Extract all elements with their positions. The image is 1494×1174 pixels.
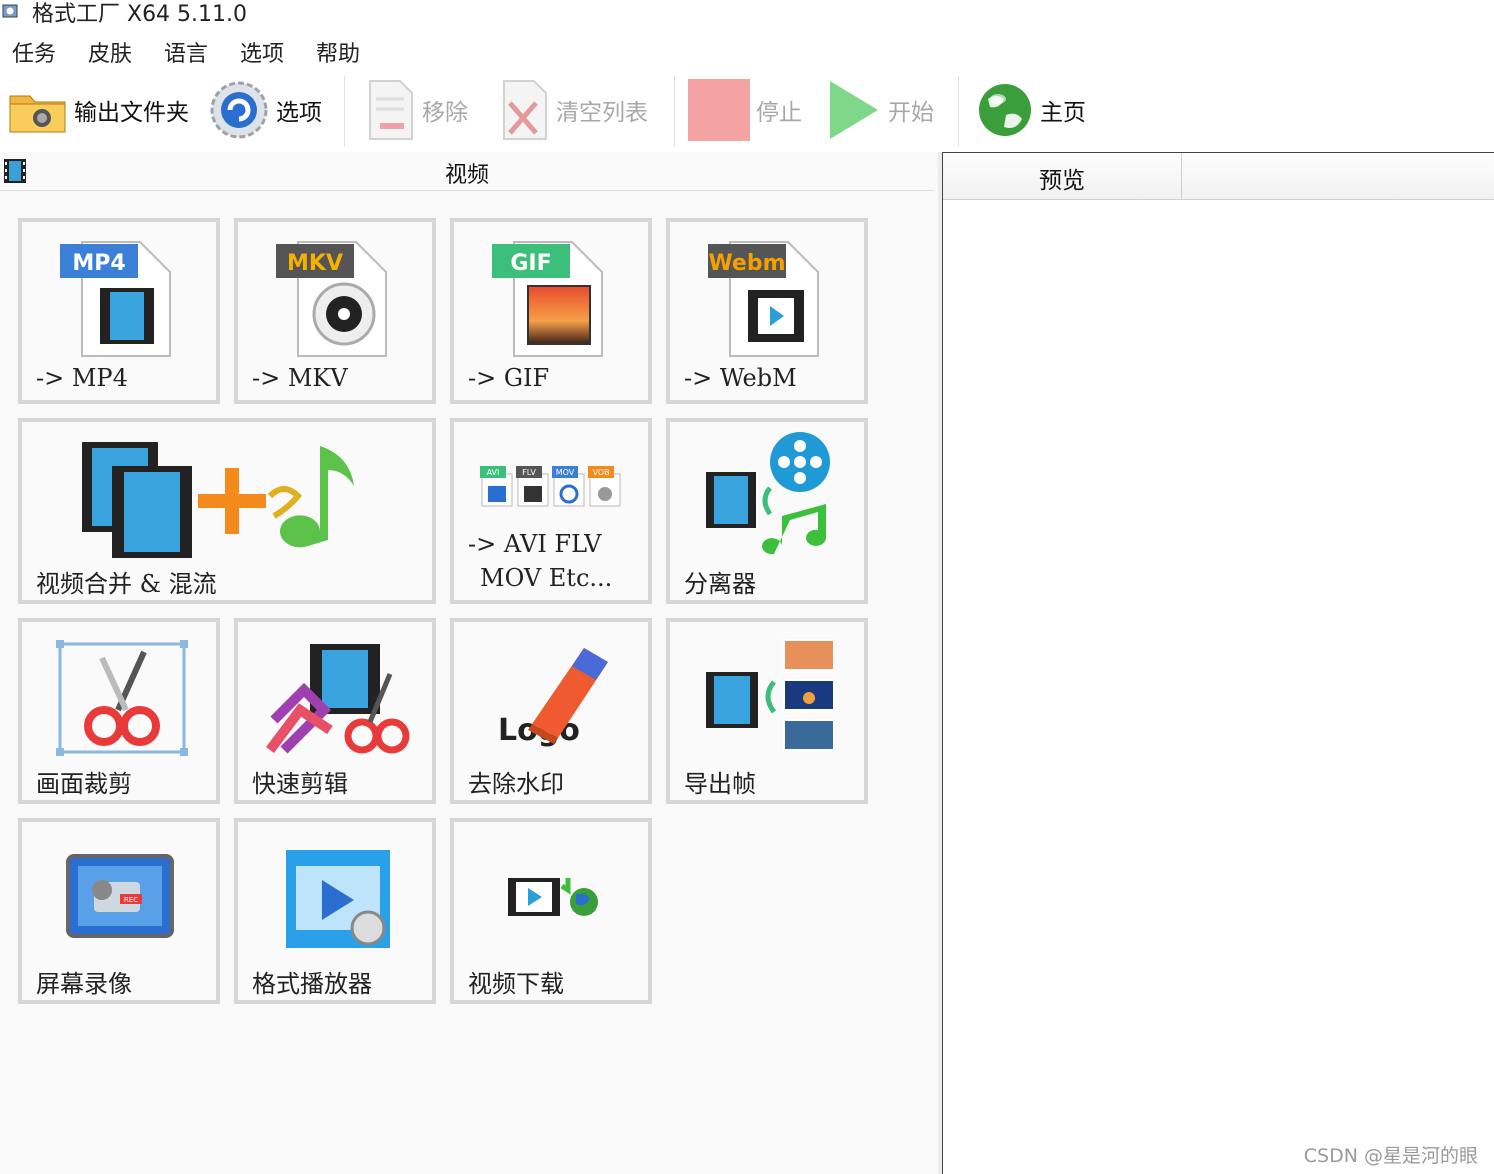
download-icon: [508, 878, 598, 916]
play-icon: [830, 81, 878, 139]
media-player-icon: [286, 850, 390, 948]
webm-file-icon: Webm: [708, 241, 819, 357]
clear-list-label: 清空列表: [556, 100, 648, 126]
tile-to-gif[interactable]: GIF -> GIF: [450, 218, 652, 404]
tile-label: 快速剪辑: [252, 770, 348, 798]
menu-skin[interactable]: 皮肤: [88, 36, 132, 68]
tile-video-download[interactable]: 视频下载: [450, 818, 652, 1004]
tile-video-merge[interactable]: 视频合并 & 混流: [18, 418, 436, 604]
options-label: 选项: [276, 100, 322, 126]
function-panel: 视频 MP4 -> MP4 MKV -> MKV GIF -> GIF Webm…: [0, 152, 938, 1174]
tile-label: -> MKV: [252, 364, 348, 392]
mp4-file-icon: MP4: [60, 241, 171, 357]
merge-icon: [82, 442, 354, 558]
toolbar-separator: [344, 76, 345, 146]
start-button[interactable]: 开始: [826, 78, 934, 142]
category-title: 视频: [444, 163, 489, 188]
tile-label: 画面裁剪: [36, 770, 132, 798]
remove-label: 移除: [422, 100, 468, 126]
menu-help[interactable]: 帮助: [316, 36, 360, 68]
webm-badge-text: Webm: [708, 251, 785, 276]
tile-label: -> WebM: [684, 364, 797, 392]
preview-header: 预览: [943, 153, 1494, 200]
output-folder-button[interactable]: 输出文件夹: [8, 78, 189, 142]
mkv-badge-text: MKV: [287, 251, 343, 276]
toolbar-separator: [674, 76, 675, 146]
document-remove-icon: [369, 80, 413, 140]
stop-icon: [688, 79, 750, 141]
tile-label: 导出帧: [684, 770, 756, 798]
tile-label: 格式播放器: [252, 970, 372, 998]
quick-cut-icon: [266, 644, 410, 754]
preview-column-header[interactable]: 预览: [943, 153, 1182, 199]
svg-text:VOB: VOB: [592, 468, 609, 477]
tile-label: 分离器: [684, 570, 756, 598]
scissors-crop-icon: [56, 640, 188, 756]
rec-text: REC: [124, 896, 138, 904]
tile-crop[interactable]: 画面裁剪: [18, 618, 220, 804]
svg-text:MOV: MOV: [556, 468, 575, 477]
mp4-badge-text: MP4: [72, 251, 125, 276]
tile-label: 屏幕录像: [36, 970, 132, 998]
frames-icon: [706, 639, 835, 751]
svg-text:AVI: AVI: [487, 468, 500, 477]
tile-label: 视频合并 & 混流: [36, 570, 217, 598]
globe-icon: [979, 84, 1031, 136]
tile-to-webm[interactable]: Webm -> WebM: [666, 218, 868, 404]
tile-format-player[interactable]: 格式播放器: [234, 818, 436, 1004]
preview-panel: 预览: [942, 152, 1494, 1174]
title-bar: 格式工厂 X64 5.11.0: [0, 0, 1494, 28]
multi-format-icon: AVI FLV MOV VOB: [480, 466, 621, 507]
gear-icon: [210, 81, 268, 139]
watermark-text: CSDN @星是河的眼: [1303, 1145, 1478, 1167]
tile-screen-record[interactable]: REC 屏幕录像: [18, 818, 220, 1004]
camcorder-icon: REC: [66, 854, 174, 938]
preview-area: [943, 200, 1494, 1170]
tile-to-avi-flv-mov[interactable]: AVI FLV MOV VOB -> AVI FLV MOV Etc...: [450, 418, 652, 604]
home-label: 主页: [1040, 100, 1086, 126]
app-logo-icon: [2, 4, 18, 18]
remove-button[interactable]: 移除: [366, 78, 468, 142]
menu-language[interactable]: 语言: [164, 36, 208, 68]
menu-options[interactable]: 选项: [240, 36, 284, 68]
output-folder-label: 输出文件夹: [74, 100, 189, 126]
window-title: 格式工厂 X64 5.11.0: [32, 2, 248, 27]
tile-label: 去除水印: [468, 770, 564, 798]
gif-badge-text: GIF: [510, 251, 551, 276]
tile-label-line2: MOV Etc...: [480, 564, 613, 592]
tile-label: 视频下载: [468, 970, 564, 998]
tile-to-mkv[interactable]: MKV -> MKV: [234, 218, 436, 404]
svg-text:FLV: FLV: [522, 468, 536, 477]
menu-bar: 任务 皮肤 语言 选项 帮助: [0, 32, 1494, 72]
tile-splitter[interactable]: 分离器: [666, 418, 868, 604]
tile-quick-cut[interactable]: 快速剪辑: [234, 618, 436, 804]
tile-label: -> MP4: [36, 364, 128, 392]
tile-export-frames[interactable]: 导出帧: [666, 618, 868, 804]
tile-to-mp4[interactable]: MP4 -> MP4: [18, 218, 220, 404]
mkv-file-icon: MKV: [276, 241, 387, 357]
toolbar: 输出文件夹 选项 移除 清空列表 停止 开始 主页: [0, 72, 1494, 152]
splitter-icon: [706, 432, 830, 555]
stop-label: 停止: [756, 100, 802, 126]
clear-list-icon: [503, 80, 547, 140]
stop-button[interactable]: 停止: [688, 78, 802, 142]
clear-list-button[interactable]: 清空列表: [500, 78, 648, 142]
tile-remove-watermark[interactable]: Logo 去除水印: [450, 618, 652, 804]
preview-label: 预览: [1039, 168, 1085, 194]
gif-file-icon: GIF: [492, 241, 603, 357]
start-label: 开始: [888, 100, 934, 126]
tile-label: -> GIF: [468, 364, 550, 392]
folder-icon: [9, 95, 66, 133]
category-header[interactable]: 视频: [0, 152, 934, 191]
menu-task[interactable]: 任务: [12, 36, 56, 68]
home-button[interactable]: 主页: [976, 78, 1086, 142]
options-button[interactable]: 选项: [208, 78, 322, 142]
tile-label-line1: -> AVI FLV: [468, 530, 602, 558]
eraser-icon: Logo: [498, 648, 608, 748]
toolbar-separator: [958, 76, 959, 146]
